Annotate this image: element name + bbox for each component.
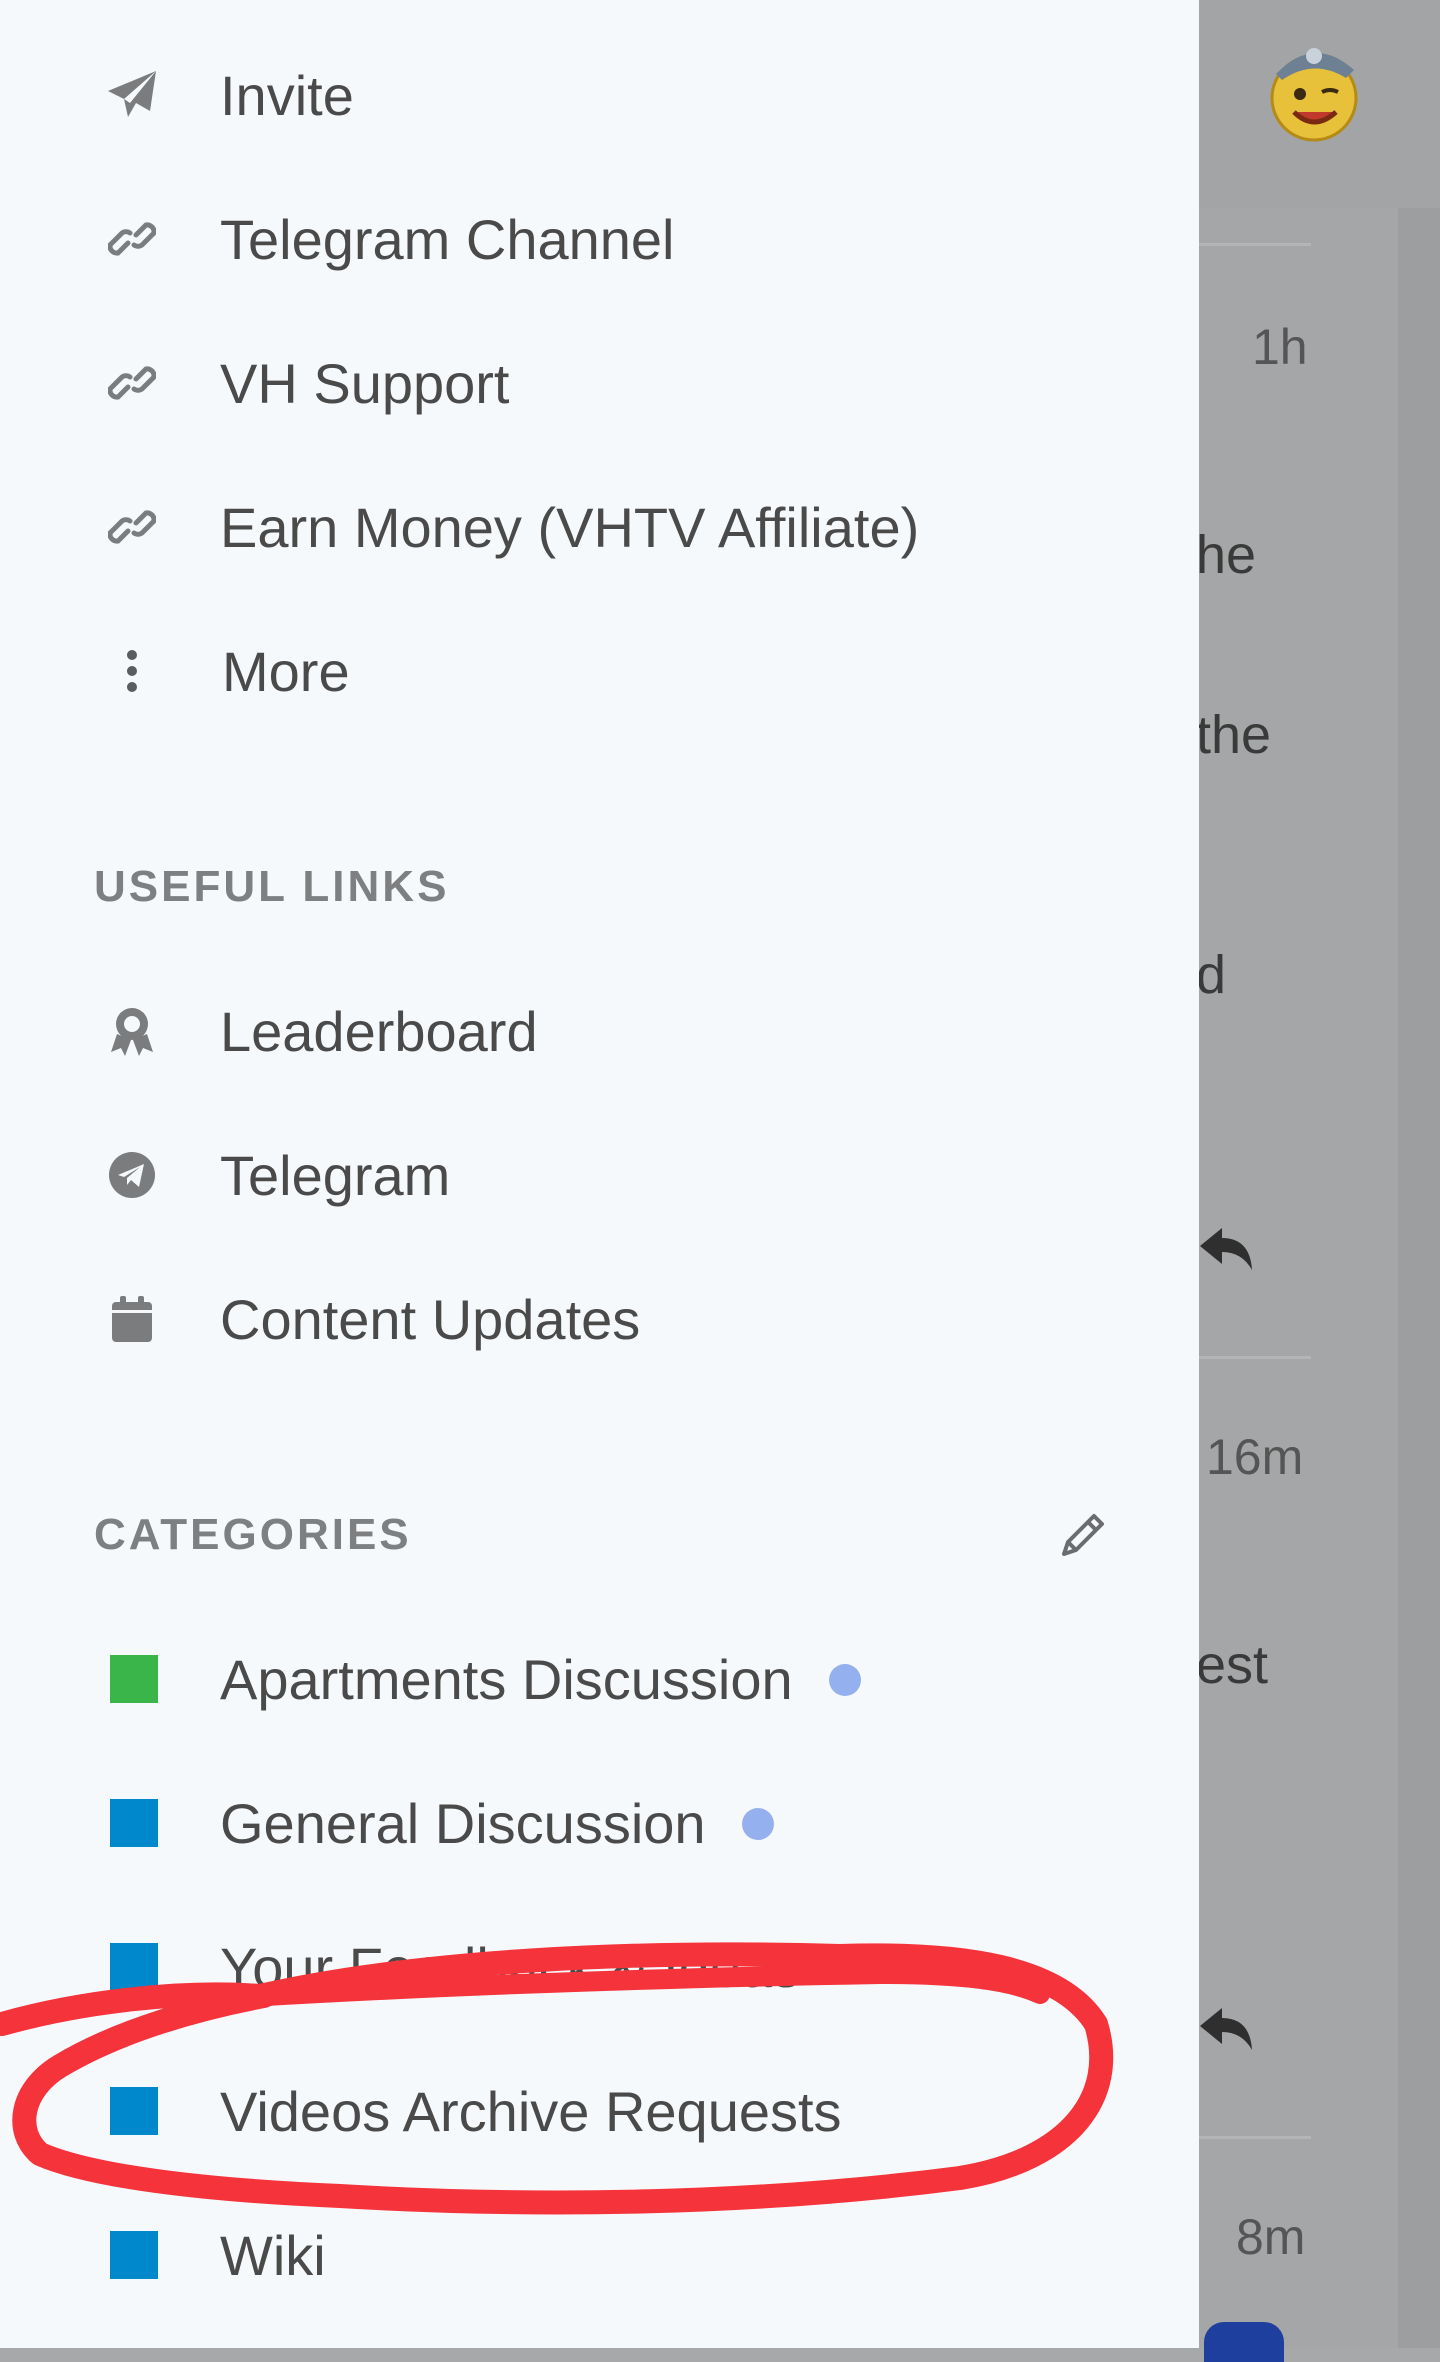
post-time: 1h (1252, 319, 1308, 375)
category-color-swatch (110, 2087, 158, 2135)
category-wiki[interactable]: Wiki (0, 2200, 1199, 2310)
link-icon (104, 499, 160, 555)
background-divider (1199, 243, 1311, 246)
reply-icon[interactable] (1196, 1216, 1260, 1280)
nav-item-label: Earn Money (VHTV Affiliate) (220, 495, 920, 559)
category-color-swatch (110, 2231, 158, 2279)
category-color-swatch (110, 1943, 158, 1991)
link-icon (104, 211, 160, 267)
category-label: Your Feedback & Ideas (220, 1935, 801, 1999)
category-label: Apartments Discussion (220, 1647, 861, 1712)
nav-item-label: Telegram Channel (220, 207, 675, 271)
post-text-fragment: the (1196, 705, 1272, 765)
telegram-icon (104, 1147, 160, 1203)
post-time: 8m (1236, 2209, 1306, 2265)
user-avatar[interactable] (1262, 34, 1366, 142)
nav-item-invite[interactable]: Invite (0, 40, 1199, 150)
vertical-ellipsis-icon (104, 643, 160, 699)
nav-item-label: More (222, 639, 350, 703)
category-apartments-discussion[interactable]: Apartments Discussion (0, 1624, 1199, 1734)
category-videos-archive-requests[interactable]: Videos Archive Requests (0, 2056, 1199, 2166)
category-label: General Discussion (220, 1791, 774, 1856)
background-button (1204, 2322, 1284, 2362)
nav-item-more[interactable]: More (0, 616, 1199, 726)
navigation-drawer: Invite Telegram Channel VH Support Earn … (0, 0, 1199, 2348)
nav-item-content-updates[interactable]: Content Updates (0, 1264, 1199, 1374)
reply-icon[interactable] (1196, 1996, 1260, 2060)
post-text-fragment: d (1196, 945, 1227, 1005)
unread-dot (828, 1663, 861, 1696)
nav-item-label: Leaderboard (220, 999, 538, 1063)
nav-item-leaderboard[interactable]: Leaderboard (0, 976, 1199, 1086)
post-text-fragment: est (1196, 1635, 1269, 1695)
background-scrollbar (1398, 208, 1440, 2348)
category-your-feedback-ideas[interactable]: Your Feedback & Ideas (0, 1912, 1199, 2022)
nav-item-vh-support[interactable]: VH Support (0, 328, 1199, 438)
award-icon (104, 1003, 160, 1059)
post-text-fragment: he (1196, 525, 1257, 585)
nav-item-telegram[interactable]: Telegram (0, 1120, 1199, 1230)
nav-item-label: VH Support (220, 351, 510, 415)
nav-item-earn-money[interactable]: Earn Money (VHTV Affiliate) (0, 472, 1199, 582)
paper-plane-icon (104, 67, 160, 123)
background-divider (1199, 1356, 1311, 1359)
post-time: 16m (1206, 1429, 1304, 1485)
section-title-useful-links: USEFUL LINKS (94, 862, 450, 911)
background-divider (1199, 2136, 1311, 2139)
link-icon (104, 355, 160, 411)
nav-item-label: Telegram (220, 1143, 451, 1207)
calendar-icon (104, 1291, 160, 1347)
category-label: Videos Archive Requests (220, 2079, 842, 2143)
section-title-categories: CATEGORIES (94, 1510, 412, 1559)
pencil-icon[interactable] (1058, 1508, 1110, 1560)
nav-item-label: Content Updates (220, 1287, 641, 1351)
category-color-swatch (110, 1799, 158, 1847)
nav-item-label: Invite (220, 63, 354, 127)
category-general-discussion[interactable]: General Discussion (0, 1768, 1199, 1878)
nav-item-telegram-channel[interactable]: Telegram Channel (0, 184, 1199, 294)
unread-dot (741, 1807, 774, 1840)
category-label: Wiki (220, 2223, 326, 2287)
category-color-swatch (110, 1655, 158, 1703)
